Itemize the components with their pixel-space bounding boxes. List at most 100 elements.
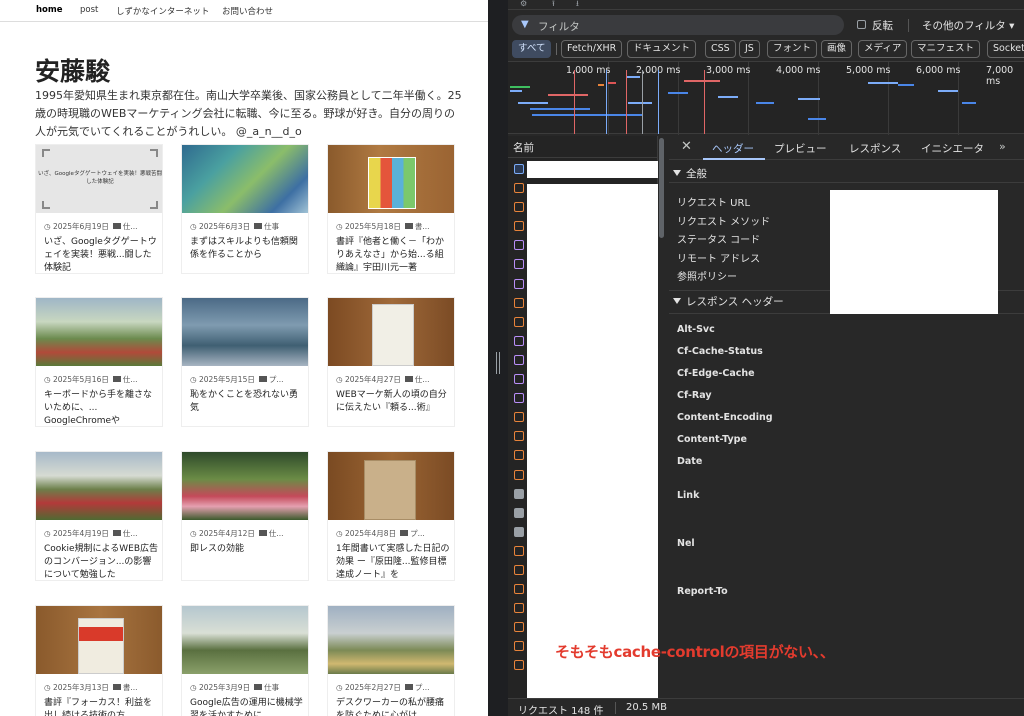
post-category[interactable]: 仕...	[123, 375, 138, 384]
close-icon[interactable]: ✕	[681, 139, 692, 154]
chevron-double-right-icon[interactable]: »	[999, 140, 1006, 153]
general-header-key: リクエスト メソッド	[677, 216, 771, 228]
name-column-header[interactable]: 名前	[508, 136, 658, 158]
post-thumbnail[interactable]: いざ、Googleタグゲートウェイを実装！悪戦苦闘した体験記	[36, 145, 162, 213]
filter-input[interactable]: ▼ フィルタ	[512, 15, 844, 35]
stylesheet-icon	[514, 393, 524, 404]
post-thumbnail[interactable]	[36, 452, 162, 520]
type-filter-7[interactable]: メディア	[858, 40, 908, 58]
post-thumbnail[interactable]	[36, 606, 162, 674]
document-icon	[514, 164, 524, 174]
download-icon[interactable]: ⭳	[576, 0, 579, 8]
tab-response[interactable]: レスポンス	[849, 141, 901, 156]
request-list-scrollbar[interactable]	[659, 138, 664, 238]
post-category[interactable]: 書...	[415, 222, 430, 231]
stylesheet-icon	[514, 240, 524, 251]
general-section-title: 全般	[686, 168, 707, 180]
post-thumbnail[interactable]	[182, 452, 308, 520]
post-title[interactable]: まずはスキルよりも信頼関係を作ることから	[190, 236, 305, 262]
response-header-key: Link	[677, 490, 700, 501]
timeline-request-bar	[510, 90, 522, 92]
post-card[interactable]: ◷ 2025年3月13日 書... 書評『フォーカス！利益を出し続ける技術の方...	[35, 605, 163, 716]
post-category[interactable]: 仕...	[123, 222, 138, 231]
timeline-request-bar	[868, 82, 898, 84]
post-title[interactable]: WEBマーケ新人の頃の自分に伝えたい『頼る...術』	[336, 389, 451, 415]
devtools-toolbar: ⚙ ⭱ ⭳	[508, 0, 1024, 10]
post-thumbnail[interactable]	[182, 298, 308, 366]
post-card[interactable]: ◷ 2025年5月15日 プ... 恥をかくことを恐れない勇気	[181, 297, 309, 427]
network-timeline[interactable]: 1,000 ms 2,000 ms 3,000 ms 4,000 ms 5,000 ms…	[508, 61, 1024, 135]
general-section-toggle[interactable]: 全般	[673, 166, 707, 181]
post-meta: ◷ 2025年4月12日 仕...	[190, 528, 284, 539]
nav-contact[interactable]: お問い合わせ	[222, 5, 273, 17]
response-headers-toggle[interactable]: レスポンス ヘッダー	[673, 294, 784, 309]
post-card[interactable]: ◷ 2025年2月27日 プ... デスクワーカーの私が腰痛を防ぐために心がけ...	[327, 605, 455, 716]
post-thumbnail[interactable]	[328, 298, 454, 366]
post-category[interactable]: プ...	[269, 375, 284, 384]
general-header-key: リクエスト URL	[677, 198, 751, 209]
post-category[interactable]: 仕事	[264, 222, 279, 231]
type-filter-9[interactable]: Socket	[987, 40, 1024, 58]
post-title[interactable]: いざ、Googleタグゲートウェイを実装！悪戦...闘した体験記	[44, 236, 159, 273]
request-count: リクエスト 148 件	[518, 706, 604, 716]
post-card[interactable]: ◷ 2025年4月27日 仕... WEBマーケ新人の頃の自分に伝えたい『頼る...…	[327, 297, 455, 427]
post-thumbnail[interactable]	[36, 298, 162, 366]
nav-home[interactable]: home	[36, 5, 63, 15]
post-category[interactable]: 仕事	[264, 683, 279, 692]
type-filter-1[interactable]: Fetch/XHR	[561, 40, 623, 58]
timeline-request-bar	[938, 90, 958, 92]
post-title[interactable]: 恥をかくことを恐れない勇気	[190, 389, 305, 415]
post-category[interactable]: 仕...	[415, 375, 430, 384]
type-filter-6[interactable]: 画像	[821, 40, 853, 58]
type-filter-0[interactable]: すべて	[512, 40, 552, 58]
post-thumbnail[interactable]	[328, 606, 454, 674]
post-card[interactable]: いざ、Googleタグゲートウェイを実装！悪戦苦闘した体験記 ◷ 2025年6月1…	[35, 144, 163, 274]
more-filters-dropdown[interactable]: その他のフィルタ ▾	[922, 18, 1014, 33]
script-icon	[514, 545, 524, 556]
post-card[interactable]: ◷ 2025年3月9日 仕事 Google広告の運用に機械学習を活かすために...	[181, 605, 309, 716]
post-thumbnail[interactable]	[328, 452, 454, 520]
response-header-key: Nel	[677, 538, 695, 549]
post-thumbnail[interactable]	[182, 145, 308, 213]
post-card[interactable]: ◷ 2025年4月12日 仕... 即レスの効能	[181, 451, 309, 581]
clock-icon: ◷	[44, 222, 51, 231]
post-title[interactable]: 1年間書いて実感した日記の効果 ー『原田隆...監修目標達成ノート』を	[336, 543, 451, 580]
post-card[interactable]: ◷ 2025年5月16日 仕... キーボードから手を離さないために、... Goo…	[35, 297, 163, 427]
post-thumbnail[interactable]	[182, 606, 308, 674]
post-category[interactable]: 仕...	[269, 529, 284, 538]
post-card[interactable]: ◷ 2025年4月8日 プ... 1年間書いて実感した日記の効果 ー『原田隆...監…	[327, 451, 455, 581]
upload-icon[interactable]: ⭱	[552, 0, 555, 8]
type-filter-5[interactable]: フォント	[767, 40, 818, 58]
post-title[interactable]: Cookie規制によるWEB広告のコンバージョン...の影響について勉強した	[44, 543, 159, 580]
post-card[interactable]: ◷ 2025年4月19日 仕... Cookie規制によるWEB広告のコンバージョン…	[35, 451, 163, 581]
post-category[interactable]: 仕...	[123, 529, 138, 538]
tab-preview[interactable]: プレビュー	[774, 141, 827, 156]
nav-shizuka[interactable]: しずかなインターネット	[116, 5, 209, 17]
post-title[interactable]: デスクワーカーの私が腰痛を防ぐために心がけ...	[336, 697, 451, 716]
type-filter-3[interactable]: CSS	[705, 40, 736, 58]
type-filter-4[interactable]: JS	[739, 40, 760, 58]
post-title[interactable]: キーボードから手を離さないために、... GoogleChromeや	[44, 389, 159, 426]
post-date: 2025年2月27日	[344, 683, 401, 692]
tab-headers[interactable]: ヘッダー	[712, 141, 754, 156]
panel-splitter[interactable]	[488, 0, 508, 716]
post-title[interactable]: 書評『他者と働く－「わかりあえなさ」から始...る組織論』宇田川元一著	[336, 236, 451, 273]
post-category[interactable]: プ...	[415, 683, 430, 692]
post-title[interactable]: Google広告の運用に機械学習を活かすために...	[190, 697, 305, 716]
nav-post[interactable]: post	[80, 5, 98, 15]
type-filter-2[interactable]: ドキュメント	[627, 40, 697, 58]
tab-initiator[interactable]: イニシエータ	[921, 141, 984, 156]
timeline-marker	[704, 70, 705, 134]
invert-checkbox[interactable]	[857, 20, 866, 29]
post-category[interactable]: プ...	[410, 529, 425, 538]
post-title[interactable]: 書評『フォーカス！利益を出し続ける技術の方...	[44, 697, 159, 716]
post-title[interactable]: 即レスの効能	[190, 543, 305, 556]
annotation-text: そもそもcache-controlの項目がない、、	[555, 643, 835, 661]
post-card[interactable]: ◷ 2025年5月18日 書... 書評『他者と働く－「わかりあえなさ」から始...…	[327, 144, 455, 274]
type-filter-8[interactable]: マニフェスト	[911, 40, 981, 58]
post-card[interactable]: ◷ 2025年6月3日 仕事 まずはスキルよりも信頼関係を作ることから	[181, 144, 309, 274]
post-thumbnail[interactable]	[328, 145, 454, 213]
stylesheet-icon	[514, 335, 524, 346]
post-category[interactable]: 書...	[123, 683, 138, 692]
gear-icon[interactable]: ⚙	[520, 0, 527, 8]
